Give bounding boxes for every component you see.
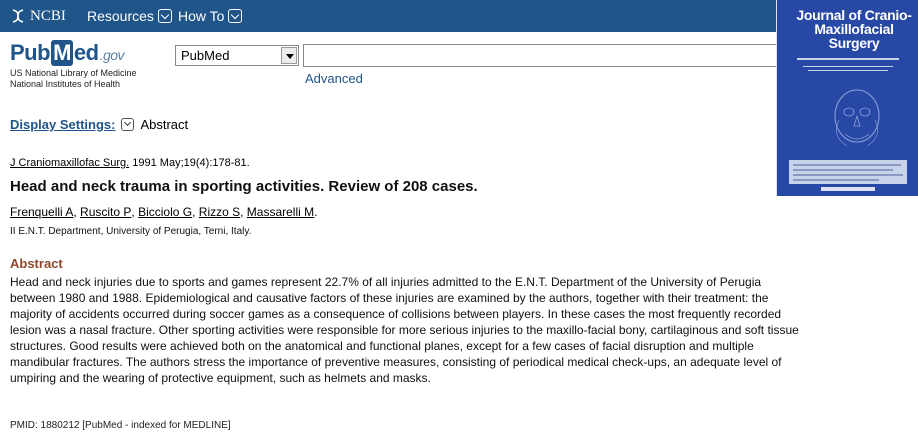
- abstract-line: Head and neck injuries due to sports and…: [10, 275, 762, 289]
- resources-menu[interactable]: Resources: [87, 6, 172, 26]
- howto-menu[interactable]: How To: [178, 6, 243, 26]
- author-separator: ,: [73, 205, 81, 219]
- author-link[interactable]: Ruscito P: [80, 205, 131, 219]
- display-format-value: Abstract: [140, 117, 189, 132]
- journal-cover-image[interactable]: Journal of Cranio- Maxillofacial Surgery: [776, 0, 918, 196]
- abstract-heading: Abstract: [10, 256, 63, 271]
- cover-rule: [797, 58, 899, 60]
- cover-text-line: [793, 174, 903, 176]
- ncbi-logo[interactable]: NCBI: [10, 6, 66, 26]
- author-link[interactable]: Rizzo S: [199, 205, 240, 219]
- logo-pub: Pub: [10, 40, 51, 65]
- nih-line: National Institutes of Health: [10, 79, 121, 89]
- display-settings[interactable]: Display Settings: Abstract: [10, 117, 188, 132]
- cover-text-line: [793, 169, 893, 171]
- pubmed-wordmark: Pub Med .gov: [10, 40, 137, 66]
- nlm-line: US National Library of Medicine: [10, 68, 137, 78]
- cover-title-line1: Journal of Cranio-: [796, 7, 912, 23]
- cover-text-line: [793, 164, 901, 166]
- author-link[interactable]: Frenquelli A: [10, 205, 73, 219]
- cover-skull-illustration: [834, 89, 880, 147]
- cover-title-line2: Maxillofacial: [814, 21, 894, 37]
- dropdown-arrow-icon[interactable]: [281, 47, 297, 64]
- cover-contents-box: [789, 160, 907, 184]
- cover-rule: [808, 70, 888, 71]
- display-settings-label[interactable]: Display Settings:: [10, 117, 115, 132]
- abstract-line: lesion was a nasal fracture. Other sport…: [10, 323, 799, 337]
- author-separator: ,: [192, 205, 199, 219]
- abstract-text: Head and neck injuries due to sports and…: [10, 274, 910, 386]
- author-link[interactable]: Massarelli M: [247, 205, 314, 219]
- cover-title: Journal of Cranio- Maxillofacial Surgery: [791, 8, 917, 50]
- ncbi-brand-text: NCBI: [30, 7, 66, 24]
- pmid-line: PMID: 1880212 [PubMed - indexed for MEDL…: [10, 420, 231, 431]
- author-separator: .: [314, 205, 318, 219]
- author-separator: ,: [240, 205, 247, 219]
- cover-publisher-mark: [821, 187, 875, 191]
- cover-text-line: [793, 179, 879, 181]
- advanced-search-link[interactable]: Advanced: [305, 71, 363, 86]
- author-list: Frenquelli A, Ruscito P, Bicciolo G, Riz…: [10, 205, 317, 219]
- chevron-down-icon: [228, 9, 243, 23]
- database-select[interactable]: PubMed: [175, 45, 299, 66]
- article-title: Head and neck trauma in sporting activit…: [10, 178, 478, 195]
- author-link[interactable]: Bicciolo G: [138, 205, 192, 219]
- pubmed-logo[interactable]: Pub Med .gov US National Library of Medici…: [10, 40, 137, 90]
- ncbi-helix-icon: [12, 9, 24, 23]
- affiliation: II E.N.T. Department, University of Peru…: [10, 226, 252, 237]
- citation-line: J Craniomaxillofac Surg. 1991 May;19(4):…: [10, 157, 250, 169]
- abstract-line: mandibular fractures. The authors stress…: [10, 355, 782, 369]
- resources-label: Resources: [87, 8, 154, 24]
- logo-gov: .gov: [99, 47, 125, 63]
- cover-title-line3: Surgery: [828, 35, 880, 51]
- citation-details: 1991 May;19(4):178-81.: [129, 157, 250, 169]
- abstract-line: structures. Good results were achieved b…: [10, 339, 754, 353]
- abstract-line: between 1980 and 1988. Epidemiological a…: [10, 291, 769, 305]
- howto-label: How To: [178, 8, 225, 24]
- logo-ed: ed: [73, 40, 99, 65]
- chevron-down-icon: [157, 9, 172, 23]
- abstract-line: umpiring and the wearing of protective e…: [10, 371, 431, 385]
- cover-rule: [803, 66, 893, 67]
- author-separator: ,: [131, 205, 139, 219]
- chevron-down-icon[interactable]: [121, 118, 135, 131]
- journal-link[interactable]: J Craniomaxillofac Surg.: [10, 157, 129, 169]
- search-input[interactable]: [303, 44, 783, 67]
- abstract-line: majority of accidents occurred during so…: [10, 307, 782, 321]
- database-value: PubMed: [181, 48, 230, 63]
- logo-m: M: [51, 40, 73, 66]
